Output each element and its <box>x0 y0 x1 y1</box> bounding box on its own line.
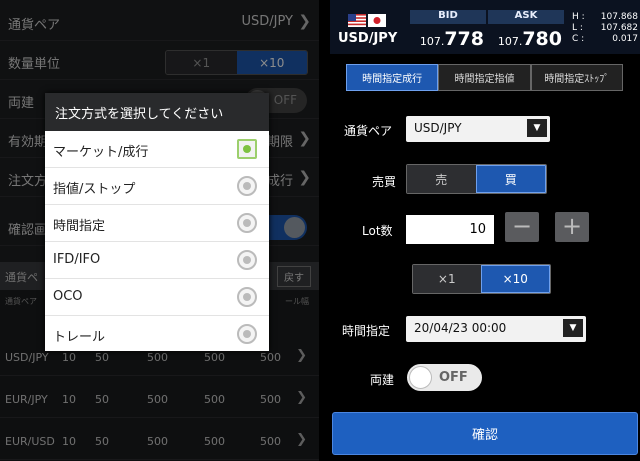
bid-price-prefix: 107. <box>419 35 445 48</box>
multiplier-x1-option[interactable]: ×1 <box>413 265 481 293</box>
sell-button[interactable]: 売 <box>407 165 476 193</box>
order-type-option-time[interactable]: 時間指定 <box>45 205 269 242</box>
quote-header: USD/JPY BID 107.778 ASK 107.780 H :107.8… <box>330 0 640 54</box>
order-type-option-limit-stop[interactable]: 指値/ストップ <box>45 168 269 205</box>
side-selector[interactable]: 売 買 <box>406 164 547 194</box>
radio-selected-icon[interactable] <box>237 139 257 159</box>
pair-select-value: USD/JPY <box>414 121 462 135</box>
option-label: OCO <box>53 289 83 304</box>
hedge-toggle-label: OFF <box>439 370 468 385</box>
order-settings-panel: 通貨ペア USD/JPY ❯ 数量単位 ×1 ×10 両建 OFF 有効期 期限… <box>0 0 319 461</box>
low-label: L : <box>572 23 583 33</box>
hedge-toggle[interactable]: OFF <box>407 364 482 391</box>
order-type-option-oco[interactable]: OCO <box>45 279 269 316</box>
change-value: 0.017 <box>612 34 638 44</box>
dropdown-arrow-icon: ▼ <box>563 319 583 337</box>
japan-flag-icon <box>368 14 386 27</box>
order-type-dialog: 注文方式を選択してください マーケット/成行 指値/ストップ 時間指定 IFD/… <box>45 93 269 351</box>
bid-price-digits: 778 <box>444 28 484 50</box>
high-low-close: H : 107.868 L : 107.682 C : 0.017 <box>572 12 638 45</box>
option-label: IFD/IFO <box>53 252 101 267</box>
high-label: H : <box>572 12 585 22</box>
order-type-option-market[interactable]: マーケット/成行 <box>45 131 269 168</box>
lot-label: Lot数 <box>362 224 393 238</box>
ask-price[interactable]: ASK 107.780 <box>488 10 564 50</box>
high-value: 107.868 <box>600 12 638 22</box>
dialog-title: 注文方式を選択してください <box>45 93 269 131</box>
time-select-value: 20/04/23 00:00 <box>414 321 507 335</box>
time-label: 時間指定 <box>342 324 391 338</box>
buy-button[interactable]: 買 <box>475 165 546 193</box>
hedge-label: 両建 <box>370 373 395 387</box>
multiplier-selector[interactable]: ×1 ×10 <box>412 264 551 294</box>
toggle-knob <box>409 366 432 389</box>
radio-icon[interactable] <box>237 324 257 344</box>
multiplier-x10-option[interactable]: ×10 <box>480 265 550 293</box>
option-label: 時間指定 <box>53 219 106 234</box>
lot-input[interactable]: 10 <box>406 215 494 244</box>
radio-icon[interactable] <box>237 176 257 196</box>
radio-icon[interactable] <box>237 287 257 307</box>
bid-price[interactable]: BID 107.778 <box>410 10 486 50</box>
order-type-option-ifd[interactable]: IFD/IFO <box>45 242 269 279</box>
side-label: 売買 <box>372 175 397 189</box>
order-tabs: 時間指定成行 時間指定指値 時間指定ｽﾄｯﾌﾟ <box>346 64 623 91</box>
pair-select[interactable]: USD/JPY ▼ <box>406 116 550 142</box>
confirm-button[interactable]: 確認 <box>332 412 638 455</box>
option-label: トレール <box>53 330 106 345</box>
low-value: 107.682 <box>600 23 638 33</box>
option-label: 指値/ストップ <box>53 182 136 197</box>
radio-icon[interactable] <box>237 213 257 233</box>
time-select[interactable]: 20/04/23 00:00 ▼ <box>406 316 586 342</box>
bid-label: BID <box>410 10 486 24</box>
tab-time-market[interactable]: 時間指定成行 <box>346 64 439 91</box>
radio-icon[interactable] <box>237 250 257 270</box>
ask-price-digits: 780 <box>522 28 562 50</box>
change-label: C : <box>572 34 585 44</box>
option-label: マーケット/成行 <box>53 145 149 160</box>
pair-title: USD/JPY <box>338 31 398 46</box>
order-type-option-trail[interactable]: トレール <box>45 316 269 353</box>
tab-time-stop[interactable]: 時間指定ｽﾄｯﾌﾟ <box>530 64 623 91</box>
increment-button[interactable]: + <box>555 212 589 242</box>
us-flag-icon <box>348 14 366 27</box>
screen: 通貨ペア USD/JPY ❯ 数量単位 ×1 ×10 両建 OFF 有効期 期限… <box>0 0 640 461</box>
dropdown-arrow-icon: ▼ <box>527 119 547 137</box>
ask-price-prefix: 107. <box>497 35 523 48</box>
pair-label: 通貨ペア <box>344 124 393 138</box>
order-entry-panel: USD/JPY BID 107.778 ASK 107.780 H :107.8… <box>330 0 640 461</box>
decrement-button[interactable]: − <box>505 212 539 242</box>
tab-time-limit[interactable]: 時間指定指値 <box>438 64 531 91</box>
ask-label: ASK <box>488 10 564 24</box>
